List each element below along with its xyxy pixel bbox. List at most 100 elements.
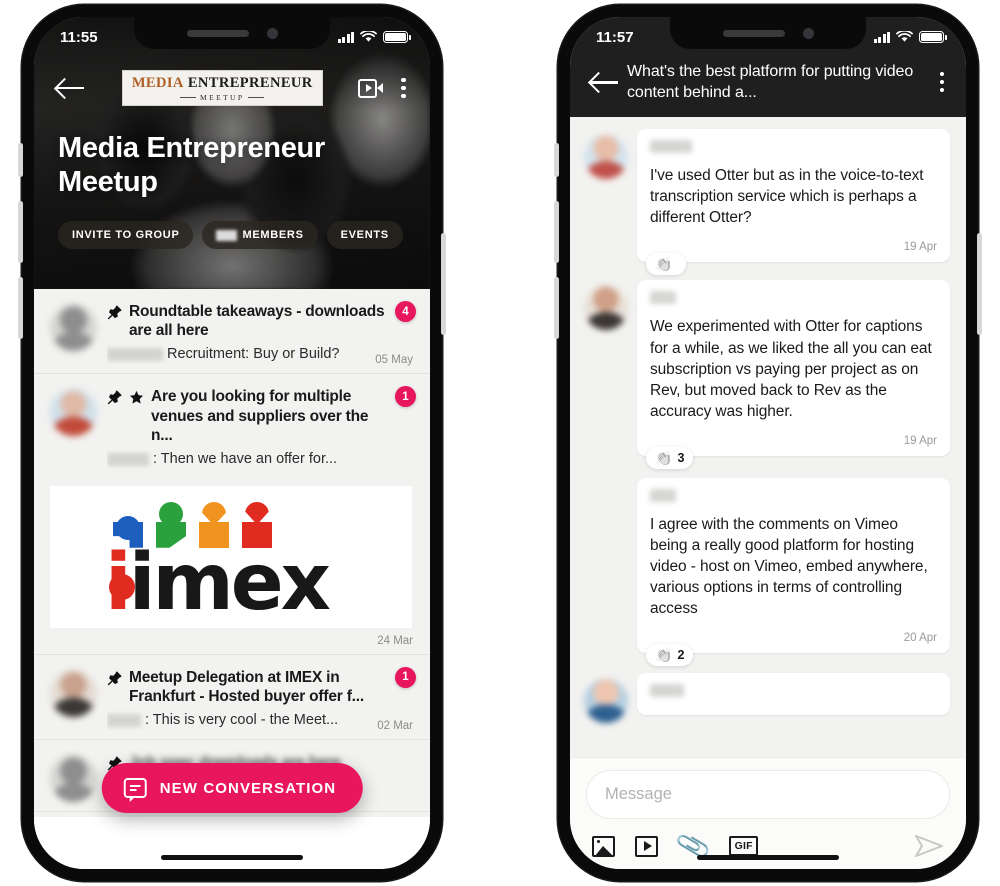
screenshot-stage: 11:55 MEDIA ENTREPRENEUR MEETUP Media En… [0,0,1000,886]
right-phone-screen: 11:57 What's the best platform for putti… [570,17,966,869]
screen-bottom-fill [34,817,430,869]
members-label: MEMBERS [242,229,304,242]
notch [670,17,866,49]
kebab-menu-icon[interactable] [399,76,408,101]
send-icon[interactable] [914,833,944,859]
conversation-preview: : This is very cool - the Meet... [145,712,339,729]
power-button[interactable] [977,233,982,335]
image-icon[interactable] [592,835,615,857]
avatar [50,304,97,351]
chat-bubble-icon [123,778,147,802]
gif-label: GIF [729,836,759,856]
logo-subtitle-text: MEETUP [200,92,245,102]
members-chip[interactable]: MEMBERS [202,221,318,250]
reaction-chip[interactable]: 👏 3 [646,446,694,469]
group-logo: MEDIA ENTREPRENEUR MEETUP [121,70,323,106]
front-camera [802,27,814,39]
conversation-preview-row: : Then we have an offer for... [107,450,412,469]
group-hero-banner: 11:55 MEDIA ENTREPRENEUR MEETUP Media En… [34,17,430,289]
chat-thread-title: What's the best platform for putting vid… [627,63,914,102]
unread-badge: 1 [395,386,416,408]
message-bubble[interactable] [637,673,950,716]
message-thread[interactable]: I've used Otter but as in the voice-to-t… [570,117,966,757]
conversation-preview-row: Recruitment: Buy or Build? [107,345,412,364]
mute-switch[interactable] [18,143,23,177]
conversation-body: Are you looking for multiple venues and … [107,387,412,469]
power-button[interactable] [441,233,446,335]
message-footer: 20 Apr [650,628,937,644]
conversation-list[interactable]: Roundtable takeaways - downloads are all… [34,289,430,869]
sender-name-redacted [107,348,163,362]
home-indicator[interactable] [697,855,839,860]
message-bubble[interactable]: We experimented with Otter for captions … [637,280,950,469]
conversation-title: Are you looking for multiple venues and … [151,388,369,444]
page-title: Media Entrepreneur Meetup [58,132,325,199]
avatar[interactable] [584,679,628,724]
list-item[interactable]: Are you looking for multiple venues and … [34,374,430,655]
sender-name-redacted [107,714,141,728]
signal-bars-icon [337,31,354,43]
invite-to-group-chip[interactable]: INVITE TO GROUP [58,221,194,250]
message-input[interactable] [586,770,950,819]
star-icon [129,391,144,404]
members-count-redacted [216,229,238,241]
reaction-chip[interactable]: 👏 2 [646,644,694,667]
volume-down-button[interactable] [18,277,23,339]
message-row: I agree with the comments on Vimeo being… [584,477,950,667]
volume-up-button[interactable] [18,201,23,263]
clap-icon: 👏 [655,449,673,466]
clap-icon: 👏 [655,647,673,664]
unread-badge: 4 [395,301,416,322]
invite-to-group-label: INVITE TO GROUP [72,229,180,242]
volume-down-button[interactable] [554,277,559,339]
conversation-main-row: Are you looking for multiple venues and … [50,387,412,469]
imex-logo-graphic: iimex [105,498,357,622]
wifi-icon [360,31,377,42]
message-row [584,673,950,724]
left-phone-screen: 11:55 MEDIA ENTREPRENEUR MEETUP Media En… [34,17,430,869]
conversation-title-row: Meetup Delegation at IMEX in Frankfurt -… [107,668,412,706]
message-date: 20 Apr [903,632,937,645]
imex-logo: iimex [50,485,412,628]
conversation-title: Roundtable takeaways - downloads are all… [129,303,385,340]
back-arrow-icon[interactable] [56,77,86,99]
back-arrow-icon[interactable] [590,71,619,93]
conversation-title: Meetup Delegation at IMEX in Frankfurt -… [129,668,364,705]
video-camera-icon[interactable] [358,78,384,98]
new-conversation-button[interactable]: NEW CONVERSATION [101,763,363,813]
left-phone-device: 11:55 MEDIA ENTREPRENEUR MEETUP Media En… [18,5,446,881]
avatar [50,669,97,717]
list-item[interactable]: Roundtable takeaways - downloads are all… [34,289,430,375]
pin-icon [107,305,122,320]
kebab-menu-icon[interactable] [938,70,947,95]
gif-icon[interactable]: GIF [729,836,759,856]
home-indicator[interactable] [161,855,303,860]
message-bubble[interactable]: I've used Otter but as in the voice-to-t… [637,129,950,276]
mute-switch[interactable] [554,143,559,177]
reaction-chip[interactable]: 👏 [646,253,687,276]
status-indicators [337,31,411,43]
imex-wordmark: iimex [105,537,331,628]
wifi-icon [896,31,913,42]
events-chip[interactable]: EVENTS [326,221,403,250]
status-time: 11:57 [596,28,634,46]
message-text: I agree with the comments on Vimeo being… [650,515,928,618]
clap-icon: 👏 [655,256,673,273]
message-row: We experimented with Otter for captions … [584,280,950,469]
conversation-body: Meetup Delegation at IMEX in Frankfurt -… [107,668,412,730]
sender-name-redacted [650,684,684,698]
video-icon[interactable] [635,835,658,857]
notch [134,17,330,49]
logo-word-media: MEDIA [131,75,184,91]
message-row: I've used Otter but as in the voice-to-t… [584,129,950,276]
message-date: 19 Apr [903,241,937,254]
message-bubble[interactable]: I agree with the comments on Vimeo being… [637,477,950,667]
conversation-preview: : Then we have an offer for... [153,450,338,467]
list-item[interactable]: Meetup Delegation at IMEX in Frankfurt -… [34,654,430,741]
avatar[interactable] [584,135,628,180]
sender-name-redacted [107,452,149,466]
pin-icon [107,671,122,686]
status-time: 11:55 [60,28,98,46]
avatar[interactable] [584,286,628,331]
volume-up-button[interactable] [554,201,559,263]
